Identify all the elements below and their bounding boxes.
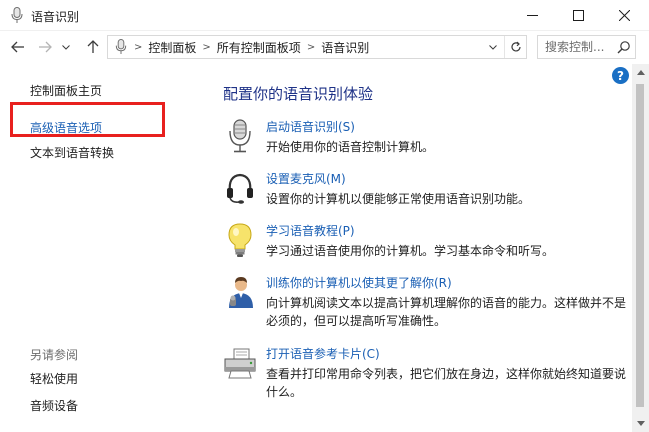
- ease-of-access-link[interactable]: 轻松使用: [30, 370, 78, 387]
- start-speech-recognition-link[interactable]: 启动语音识别(S): [266, 118, 355, 135]
- microphone-icon: [229, 119, 251, 153]
- lightbulb-icon: [228, 223, 252, 257]
- task-train-computer: 训练你的计算机以使其更了解你(R) 向计算机阅读文本以提高计算机理解你的语音的能…: [222, 274, 626, 334]
- set-up-microphone-link[interactable]: 设置麦克风(M): [266, 170, 346, 187]
- title-bar: 语音识别: [0, 0, 649, 31]
- highlight-box: [10, 102, 165, 137]
- breadcrumb-speech-recognition[interactable]: 语音识别: [321, 39, 369, 56]
- arrow-left-icon: [11, 41, 24, 53]
- train-computer-link[interactable]: 训练你的计算机以使其更了解你(R): [266, 274, 452, 291]
- task-set-up-microphone: 设置麦克风(M) 设置你的计算机以便能够正常使用语音识别功能。: [222, 170, 622, 210]
- text-to-speech-link[interactable]: 文本到语音转换: [30, 144, 114, 161]
- address-bar[interactable]: > 控制面板 > 所有控制面板项 > 语音识别: [107, 35, 527, 59]
- maximize-icon: [572, 10, 584, 21]
- task-start-speech-recognition: 启动语音识别(S) 开始使用你的语音控制计算机。: [222, 118, 622, 158]
- audio-devices-link[interactable]: 音频设备: [30, 397, 78, 414]
- refresh-icon: [510, 41, 521, 52]
- navigation-bar: > 控制面板 > 所有控制面板项 > 语音识别: [0, 31, 649, 64]
- task-description: 设置你的计算机以便能够正常使用语音识别功能。: [266, 192, 531, 206]
- search-icon[interactable]: [617, 40, 631, 54]
- printer-icon: [224, 348, 256, 379]
- control-panel-home-link[interactable]: 控制面板主页: [30, 82, 102, 99]
- open-reference-card-link[interactable]: 打开语音参考卡片(C): [266, 345, 380, 362]
- refresh-button[interactable]: [504, 36, 526, 58]
- back-button[interactable]: [9, 38, 27, 56]
- task-description: 学习通过语音使用你的计算机。学习基本命令和听写。: [266, 244, 555, 258]
- scroll-up-button[interactable]: [632, 64, 649, 81]
- headset-icon: [227, 173, 253, 204]
- microphone-icon: [11, 7, 23, 23]
- breadcrumb-separator-icon: >: [134, 41, 143, 53]
- task-speech-tutorial: 学习语音教程(P) 学习通过语音使用你的计算机。学习基本命令和听写。: [222, 222, 622, 262]
- help-button[interactable]: ?: [612, 67, 629, 84]
- breadcrumb-control-panel[interactable]: 控制面板: [148, 39, 196, 56]
- breadcrumb-all-items[interactable]: 所有控制面板项: [217, 39, 301, 56]
- breadcrumb-separator-icon: >: [202, 41, 211, 53]
- content-area: 控制面板主页 高级语音选项 文本到语音转换 另请参阅 轻松使用 音频设备 配置你…: [0, 64, 649, 432]
- window-title: 语音识别: [31, 10, 80, 24]
- arrow-up-icon: [87, 40, 99, 53]
- user-speaking-icon: [229, 277, 253, 308]
- scrollbar-thumb[interactable]: [636, 84, 644, 407]
- address-history-button[interactable]: [486, 36, 500, 58]
- breadcrumb-separator-icon: >: [306, 41, 316, 53]
- task-description: 查看并打印常用命令列表，把它们放在身边，这样你就始终知道要说什么。: [266, 367, 627, 399]
- up-button[interactable]: [84, 38, 102, 56]
- chevron-down-icon: [62, 44, 70, 50]
- maximize-button[interactable]: [555, 0, 601, 31]
- task-description: 向计算机阅读文本以提高计算机理解你的语音的能力。这样做并不是必须的，但可以提高听…: [266, 296, 627, 328]
- see-also-heading: 另请参阅: [30, 348, 79, 362]
- forward-button[interactable]: [36, 38, 54, 56]
- recent-locations-button[interactable]: [60, 38, 72, 56]
- minimize-icon: [526, 15, 538, 16]
- close-button[interactable]: [601, 0, 647, 31]
- task-reference-card: 打开语音参考卡片(C) 查看并打印常用命令列表，把它们放在身边，这样你就始终知道…: [222, 345, 626, 405]
- speech-tutorial-link[interactable]: 学习语音教程(P): [266, 222, 355, 239]
- chevron-down-icon: [489, 44, 497, 50]
- page-title: 配置你的语音识别体验: [223, 85, 374, 103]
- task-description: 开始使用你的语音控制计算机。: [266, 140, 435, 154]
- chevron-up-icon: [636, 70, 645, 75]
- close-icon: [618, 10, 630, 21]
- search-box[interactable]: [537, 35, 636, 59]
- microphone-icon: [115, 39, 127, 55]
- minimize-button[interactable]: [509, 0, 555, 31]
- scroll-down-button[interactable]: [632, 415, 649, 432]
- vertical-scrollbar[interactable]: [632, 64, 649, 432]
- chevron-down-icon: [636, 421, 645, 426]
- search-input[interactable]: [538, 36, 616, 58]
- arrow-right-icon: [39, 41, 52, 53]
